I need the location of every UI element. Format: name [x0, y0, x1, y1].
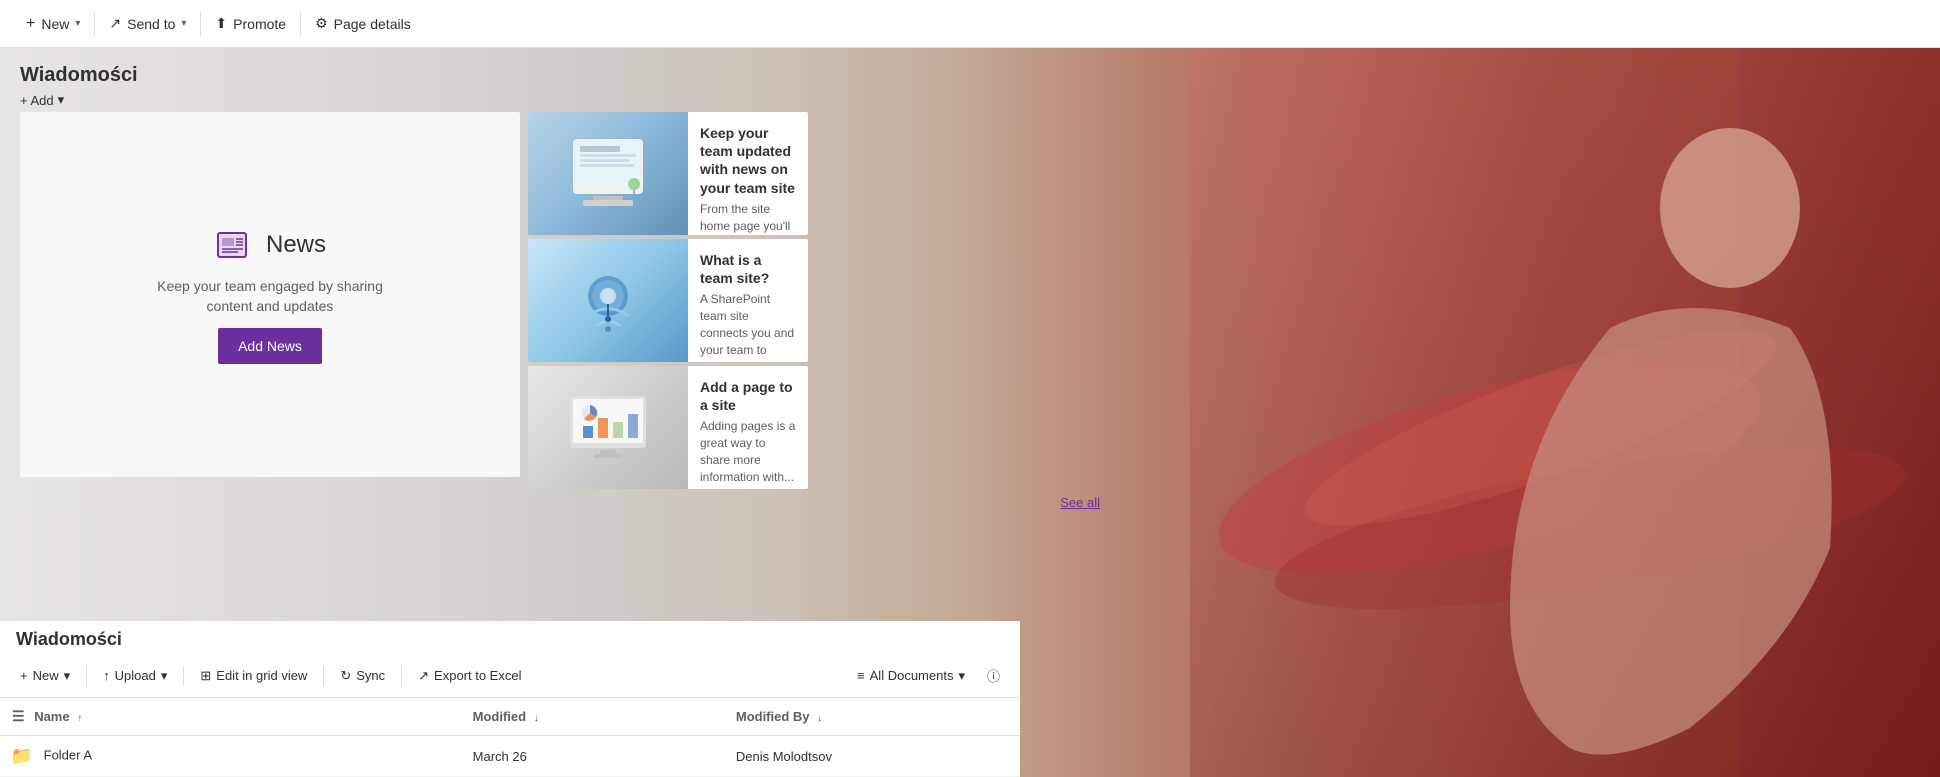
docs-toolbar-right: ≡ All Documents ▾ ⓘ — [849, 661, 1008, 690]
add-chevron: ▾ — [58, 92, 65, 108]
news-item-1-title: Keep your team updated with news on your… — [700, 124, 796, 197]
news-main-card: News Keep your team engaged by sharing c… — [20, 112, 520, 477]
docs-upload-chevron: ▾ — [161, 668, 168, 684]
news-item-3-excerpt: Adding pages is a great way to share mor… — [700, 418, 796, 485]
file-icon-header: ☰ — [12, 708, 25, 724]
news-item-1-excerpt: From the site home page you'll be able t… — [700, 201, 796, 235]
docs-new-label: New — [33, 668, 59, 683]
new-button[interactable]: + New ▾ — [16, 9, 90, 39]
docs-upload-button[interactable]: ↑ Upload ▾ — [95, 663, 175, 689]
all-docs-chevron: ▾ — [958, 668, 965, 684]
news-thumb-1 — [528, 112, 688, 235]
news-item-3-content: Add a page to a site Adding pages is a g… — [688, 366, 808, 489]
promote-button[interactable]: ⬆ Promote — [205, 9, 296, 38]
all-docs-button[interactable]: ≡ All Documents ▾ — [849, 663, 973, 689]
promote-label: Promote — [233, 16, 286, 32]
table-row[interactable]: 📁 Folder A March 26 Denis Molodtsov — [0, 736, 1020, 777]
news-item-3-title: Add a page to a site — [700, 378, 796, 414]
sendto-icon: ↗ — [109, 15, 121, 32]
docs-export-button[interactable]: ↗ Export to Excel — [410, 663, 529, 689]
docs-sync-button[interactable]: ↻ Sync — [332, 663, 393, 689]
page-title-top: Wiadomości — [20, 64, 138, 87]
docs-divider-4 — [401, 666, 402, 686]
docs-editgrid-button[interactable]: ⊞ Edit in grid view — [192, 663, 315, 689]
divider-3 — [300, 12, 301, 36]
gear-icon: ⚙ — [315, 15, 328, 32]
folder-icon: 📁 — [12, 746, 32, 766]
upload-icon: ↑ — [103, 668, 110, 683]
modified-sort-icon: ↓ — [534, 713, 539, 724]
sendto-button[interactable]: ↗ Send to ▾ — [99, 9, 196, 38]
docs-section-title: Wiadomości — [0, 621, 1020, 654]
docs-table-body: 📁 Folder A March 26 Denis Molodtsov — [0, 736, 1020, 777]
plus-icon: + — [26, 15, 35, 33]
news-card-title: News — [266, 231, 326, 259]
docs-new-button[interactable]: + New ▾ — [12, 663, 78, 689]
sendto-label: Send to — [127, 16, 175, 32]
docs-export-label: Export to Excel — [434, 668, 521, 683]
news-item-2-title: What is a team site? — [700, 251, 796, 287]
docs-sync-label: Sync — [356, 668, 385, 683]
pagedetails-label: Page details — [334, 16, 411, 32]
news-item-3[interactable]: Add a page to a site Adding pages is a g… — [528, 366, 808, 489]
news-card-subtitle: Keep your team engaged by sharing conten… — [140, 277, 400, 316]
filter-icon: ≡ — [857, 668, 865, 683]
docs-divider-1 — [86, 666, 87, 686]
table-cell-modifiedby: Denis Molodtsov — [724, 736, 1020, 777]
docs-new-plus-icon: + — [20, 668, 28, 683]
docs-divider-2 — [183, 666, 184, 686]
all-docs-label: All Documents — [870, 668, 954, 683]
add-label: + Add — [20, 93, 54, 108]
top-toolbar: + New ▾ ↗ Send to ▾ ⬆ Promote ⚙ Page det… — [0, 0, 1940, 48]
docs-upload-label: Upload — [115, 668, 156, 683]
news-item-2-content: What is a team site? A SharePoint team s… — [688, 239, 808, 362]
news-item-1[interactable]: Keep your team updated with news on your… — [528, 112, 808, 235]
news-icon-area: News — [214, 225, 326, 265]
docs-table: ☰ Name ↑ Modified ↓ Modified By ↓ — [0, 698, 1020, 777]
add-button[interactable]: + Add ▾ — [20, 92, 64, 108]
news-thumb-3 — [528, 366, 688, 489]
news-thumb-2 — [528, 239, 688, 362]
docs-editgrid-label: Edit in grid view — [216, 668, 307, 683]
docs-info-button[interactable]: ⓘ — [979, 661, 1008, 690]
news-items-list: Keep your team updated with news on your… — [528, 112, 808, 489]
modifiedby-sort-icon: ↓ — [817, 713, 822, 724]
divider-1 — [94, 12, 95, 36]
news-item-2[interactable]: What is a team site? A SharePoint team s… — [528, 239, 808, 362]
news-item-1-content: Keep your team updated with news on your… — [688, 112, 808, 235]
export-icon: ↗ — [418, 668, 429, 684]
col-header-name[interactable]: ☰ Name ↑ — [0, 698, 461, 736]
promote-icon: ⬆ — [215, 15, 227, 32]
docs-new-chevron: ▾ — [64, 668, 71, 684]
table-cell-modified: March 26 — [461, 736, 724, 777]
divider-2 — [200, 12, 201, 36]
new-label: New — [41, 16, 69, 32]
see-all-link[interactable]: See all — [1060, 495, 1100, 510]
info-icon: ⓘ — [987, 666, 1000, 685]
col-header-modifiedby[interactable]: Modified By ↓ — [724, 698, 1020, 736]
news-icon — [214, 225, 254, 265]
table-cell-name: 📁 Folder A — [0, 736, 461, 777]
main-content: Wiadomości + Add ▾ News Keep your team e… — [0, 48, 1940, 777]
docs-section: Wiadomości + New ▾ ↑ Upload ▾ ⊞ Edit in … — [0, 621, 1020, 777]
sendto-chevron: ▾ — [181, 18, 186, 29]
pagedetails-button[interactable]: ⚙ Page details — [305, 9, 421, 38]
docs-divider-3 — [323, 666, 324, 686]
news-item-2-excerpt: A SharePoint team site connects you and … — [700, 291, 796, 362]
name-sort-icon: ↑ — [77, 713, 82, 724]
new-chevron: ▾ — [75, 18, 80, 29]
docs-toolbar: + New ▾ ↑ Upload ▾ ⊞ Edit in grid view ↻… — [0, 654, 1020, 698]
col-header-modified[interactable]: Modified ↓ — [461, 698, 724, 736]
docs-table-header-row: ☰ Name ↑ Modified ↓ Modified By ↓ — [0, 698, 1020, 736]
add-news-button[interactable]: Add News — [218, 328, 322, 364]
editgrid-icon: ⊞ — [200, 668, 211, 684]
sync-icon: ↻ — [340, 668, 351, 684]
